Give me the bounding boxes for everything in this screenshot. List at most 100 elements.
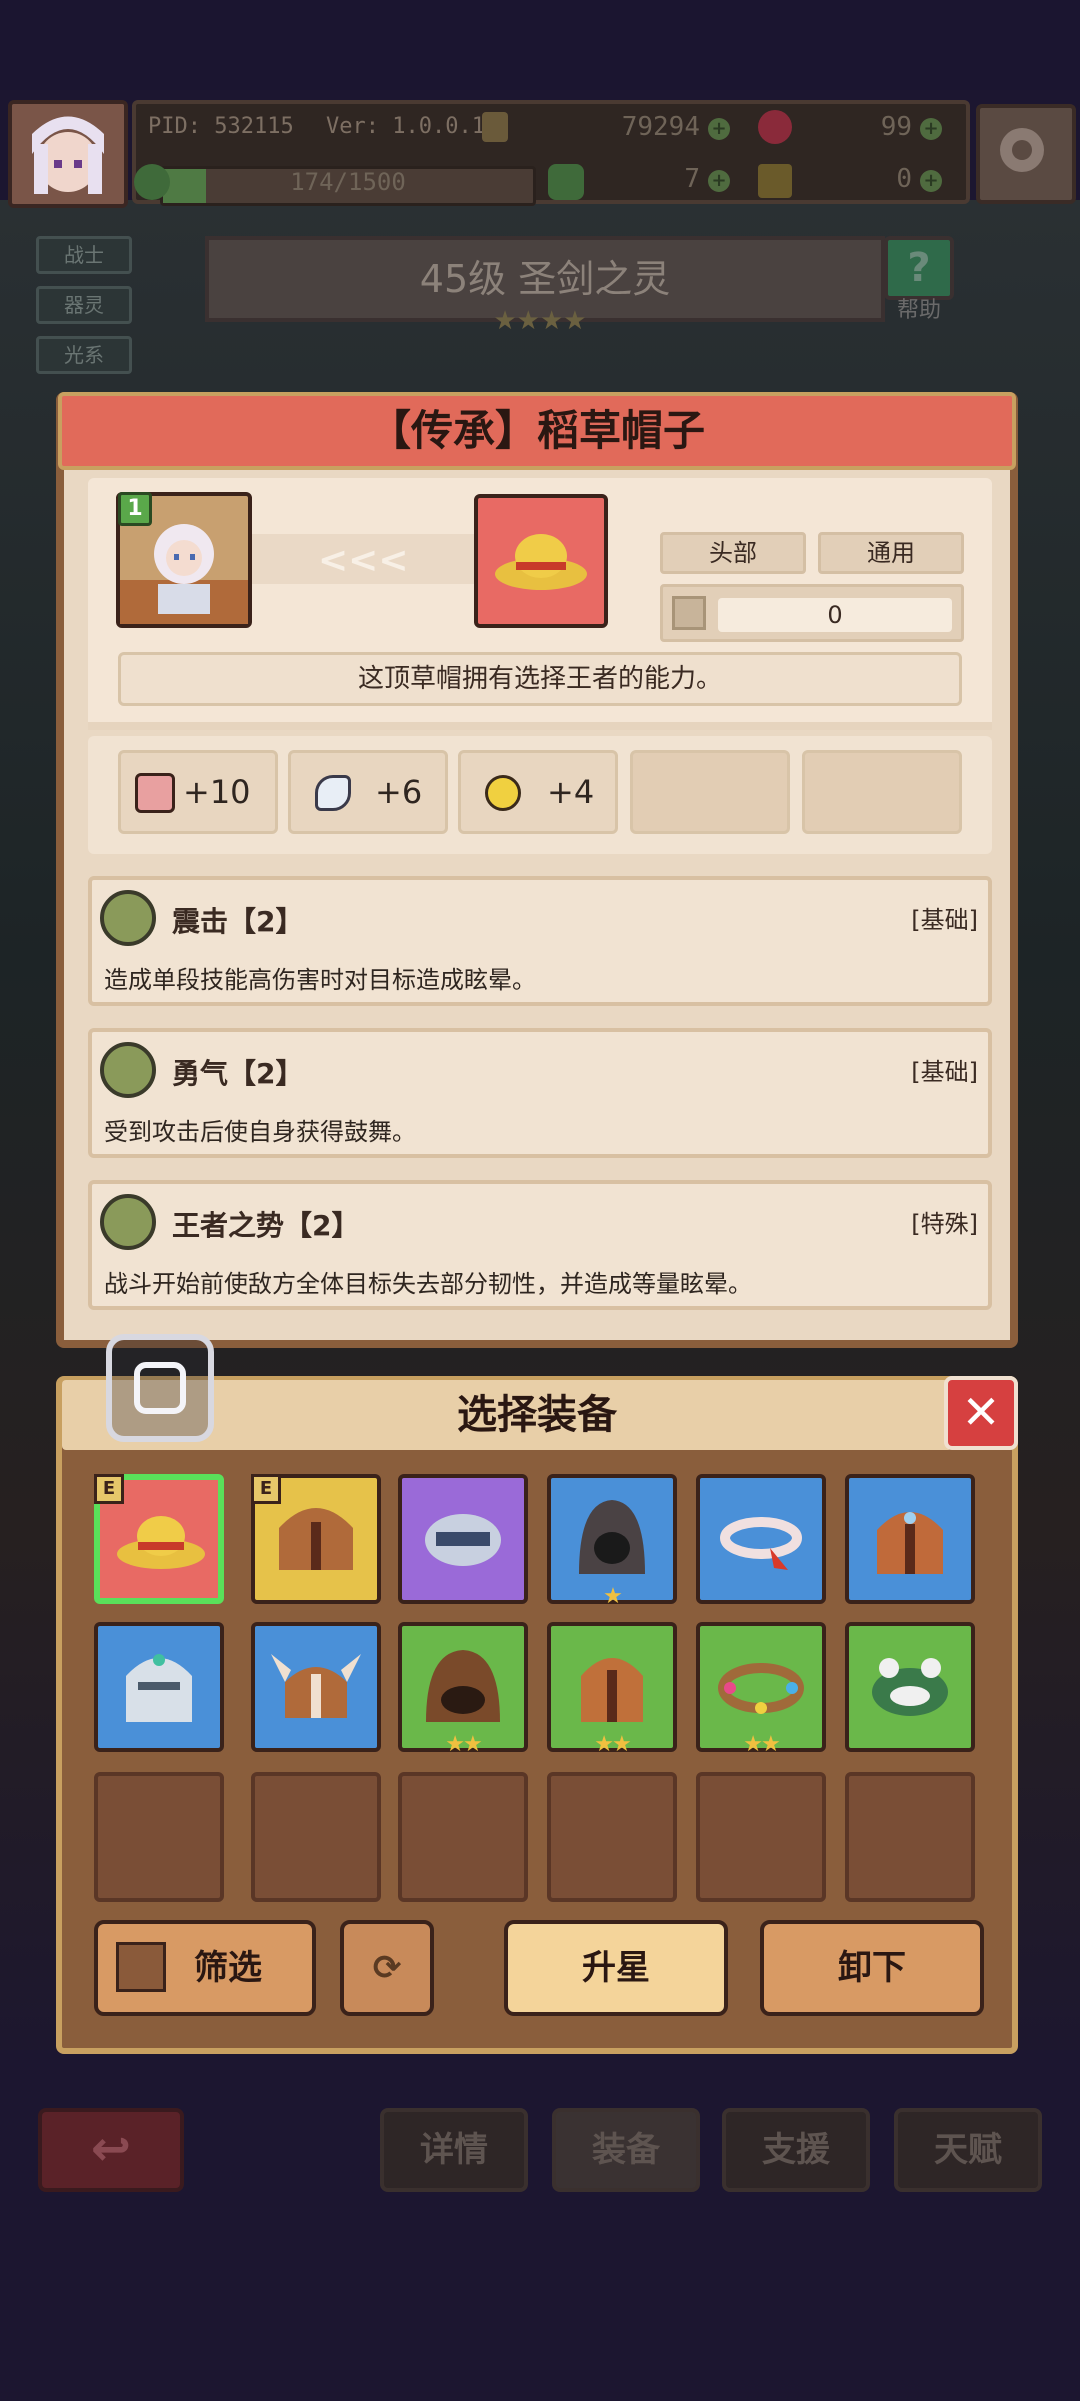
transfer-arrows-icon: <<< [318,540,409,581]
skill-card: 震击【2】 [基础] 造成单段技能高伤害时对目标造成眩晕。 [88,876,992,1006]
key-add-icon[interactable]: + [920,170,942,192]
back-button[interactable]: ↩ [38,2108,184,2192]
purple-visor-icon [425,1514,501,1566]
skill-card: 王者之势【2】 [特殊] 战斗开始前使敌方全体目标失去部分韧性，并造成等量眩晕。 [88,1180,992,1310]
tab-equipment[interactable]: 装备 [552,2108,700,2192]
dark-hood-icon [579,1500,645,1574]
clover-count: 7 [684,164,700,194]
bottom-background [0,2050,1080,2401]
key-icon [758,164,792,198]
equipment-slot-frog-hat[interactable] [845,1622,975,1752]
flower-wreath-icon [718,1663,804,1714]
item-stars: ★★ [743,1732,780,1757]
stat-empty-1 [630,750,790,834]
item-stars: ★★ [445,1732,482,1757]
hero-stars: ★★★★ [493,306,587,336]
floating-overlay-button[interactable] [106,1334,214,1442]
pid-label: PID: 532115 [148,114,294,139]
key-count: 0 [896,164,912,194]
item-stars: ★★ [594,1732,631,1757]
player-avatar[interactable] [8,100,128,208]
viking-helm-icon [271,1654,361,1718]
item-title: 【传承】稻草帽子 [368,406,705,455]
unequip-label: 卸下 [838,1948,906,1988]
back-arrow-icon: ↩ [90,2121,132,2177]
skill-desc: 造成单段技能高伤害时对目标造成眩晕。 [104,966,536,994]
equipment-slot-copper-helm[interactable] [845,1474,975,1604]
gold-count: 79294 [621,112,700,142]
skill-name: 勇气【2】 [172,1057,304,1090]
clover-icon [548,164,584,200]
empty-equipment-slot [398,1772,528,1902]
stat-attack-value: +10 [183,773,251,811]
fist-icon [135,773,175,813]
divider [88,722,992,730]
hero-level-badge: 1 [118,492,152,526]
class-type-label: 通用 [818,532,964,574]
tab-details[interactable]: 详情 [380,2108,528,2192]
copy-icon[interactable] [482,112,508,142]
gem-add-icon[interactable]: + [920,118,942,140]
skill-tag: [特殊] [911,1210,978,1238]
empty-equipment-slot [547,1772,677,1902]
refresh-icon: ⟳ [372,1948,402,1988]
empty-equipment-slot [696,1772,826,1902]
help-button[interactable]: ? [884,236,954,300]
unequip-button[interactable]: 卸下 [760,1920,984,2016]
slot-type-label: 头部 [660,532,806,574]
skill-name: 王者之势【2】 [172,1209,360,1242]
skill-name: 震击【2】 [172,905,304,938]
equipment-slot-purple-visor[interactable] [398,1474,528,1604]
upgrade-star-button[interactable]: 升星 [504,1920,728,2016]
clover-add-icon[interactable]: + [708,170,730,192]
gold-add-icon[interactable]: + [708,118,730,140]
frog-hat-icon [872,1658,948,1716]
refresh-button[interactable]: ⟳ [340,1920,434,2016]
selected-item-icon-frame [474,494,608,628]
clock-icon [485,775,521,811]
close-button[interactable]: ✕ [944,1376,1018,1450]
grid-icon [116,1942,166,1992]
square-icon [134,1362,186,1414]
empty-equipment-slot [845,1772,975,1902]
xp-text: 174/1500 [290,168,406,196]
stat-speed: +6 [288,750,448,834]
stat-empty-2 [802,750,962,834]
score-value: 0 [718,598,952,632]
gem-icon [758,110,792,144]
knight-helm-icon [126,1654,192,1722]
tab-talent[interactable]: 天赋 [894,2108,1042,2192]
equipment-slot-knight-helm[interactable] [94,1622,224,1752]
skill-card: 勇气【2】 [基础] 受到攻击后使自身获得鼓舞。 [88,1028,992,1158]
empty-equipment-slot [94,1772,224,1902]
tag-type: 器灵 [36,286,132,324]
item-description: 这顶草帽拥有选择王者的能力。 [118,652,962,706]
wing-icon [315,775,351,811]
gem-count: 99 [880,112,912,142]
copper-helm-icon [877,1512,943,1574]
item-stars: ★ [603,1584,623,1609]
stat-speed-value: +6 [375,773,423,811]
skill-tag: [基础] [911,1058,978,1086]
settings-button[interactable] [976,104,1076,204]
straw-hat-icon [495,534,587,590]
skill-courage-medal-icon [100,1042,156,1098]
equipped-badge: E [94,1474,124,1504]
filter-label: 筛选 [194,1948,262,1988]
skill-desc: 战斗开始前使敌方全体目标失去部分韧性，并造成等量眩晕。 [104,1270,752,1298]
help-label: 帮助 [896,298,941,323]
filter-button[interactable]: 筛选 [94,1920,316,2016]
empty-equipment-slot [251,1772,381,1902]
leather-hood-icon [426,1650,500,1722]
equipped-badge: E [251,1474,281,1504]
skill-shock-medal-icon [100,890,156,946]
skill-desc: 受到攻击后使自身获得鼓舞。 [104,1118,416,1146]
tag-element: 光系 [36,336,132,374]
tab-support[interactable]: 支援 [722,2108,870,2192]
avatar-portrait-icon [12,104,124,204]
upgrade-star-label: 升星 [582,1948,650,1988]
equipment-slot-viking-helm[interactable] [251,1622,381,1752]
version-label: Ver: 1.0.0.10 [326,114,499,139]
equipment-slot-headband[interactable] [696,1474,826,1604]
skill-crown-medal-icon [100,1194,156,1250]
